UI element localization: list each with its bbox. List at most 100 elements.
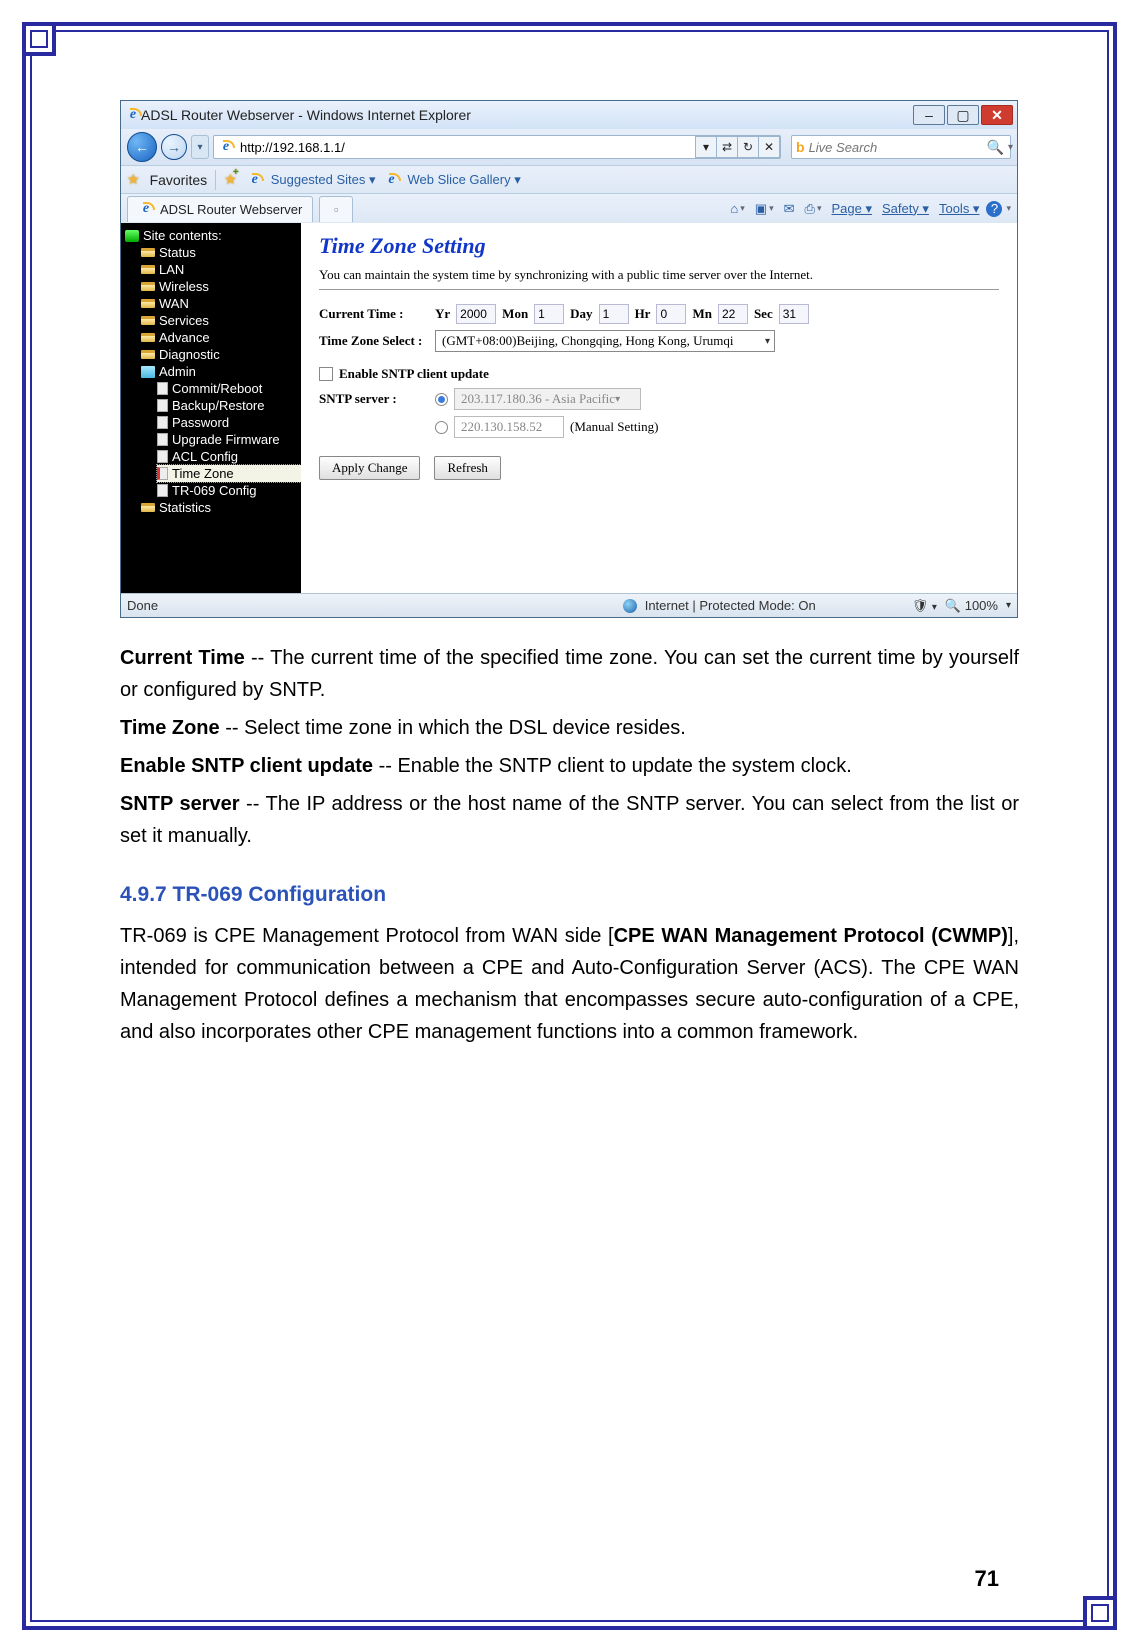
bing-icon: b [796, 139, 805, 155]
sidebar-item-commit[interactable]: Commit/Reboot [157, 380, 301, 397]
security-report-button[interactable]: 🛡 ▾ [912, 598, 937, 614]
folder-icon [141, 333, 155, 342]
add-favorite-icon[interactable]: ★ [224, 171, 237, 188]
folder-icon [141, 265, 155, 274]
forward-button[interactable]: → [161, 134, 187, 160]
page-number: 71 [975, 1566, 999, 1592]
timezone-select[interactable]: (GMT+08:00)Beijing, Chongqing, Hong Kong… [435, 330, 775, 352]
hour-input[interactable] [656, 304, 686, 324]
sntp-server-row-2: 220.130.158.52 (Manual Setting) [319, 416, 999, 438]
stop-button[interactable]: ✕ [758, 136, 780, 158]
sidebar-item-wan[interactable]: WAN [141, 295, 301, 312]
suggested-sites-link[interactable]: Suggested Sites ▾ [271, 172, 376, 188]
document-text: Current Time -- The current time of the … [120, 642, 1019, 1048]
favorites-label[interactable]: Favorites [150, 172, 208, 188]
window-title: ADSL Router Webserver - Windows Internet… [141, 107, 471, 123]
search-input[interactable] [809, 140, 987, 155]
ie-logo-icon: e [125, 107, 141, 123]
feeds-button[interactable]: ▣▾ [752, 201, 777, 217]
year-input[interactable] [456, 304, 496, 324]
sidebar-item-wireless[interactable]: Wireless [141, 278, 301, 295]
sidebar-item-upgrade[interactable]: Upgrade Firmware [157, 431, 301, 448]
minimize-button[interactable]: – [913, 105, 945, 125]
browser-window: e ADSL Router Webserver - Windows Intern… [120, 100, 1018, 618]
folder-icon [141, 350, 155, 359]
sntp-server-input-2[interactable]: 220.130.158.52 [454, 416, 564, 438]
refresh-button-form[interactable]: Refresh [434, 456, 500, 480]
url-input[interactable] [238, 140, 696, 155]
month-input[interactable] [534, 304, 564, 324]
sidebar-item-tr069[interactable]: TR-069 Config [157, 482, 301, 499]
page-menu[interactable]: Page ▾ [828, 201, 875, 217]
minute-input[interactable] [718, 304, 748, 324]
term-enable-sntp: Enable SNTP client update [120, 755, 373, 777]
sidebar-item-lan[interactable]: LAN [141, 261, 301, 278]
refresh-button[interactable]: ↻ [737, 136, 759, 158]
manual-setting-label: (Manual Setting) [570, 419, 658, 435]
term-current-time: Current Time [120, 647, 245, 669]
feeds-icon: ▣ [755, 201, 767, 217]
status-mode: Internet | Protected Mode: On [645, 598, 816, 613]
sidebar-item-services[interactable]: Services [141, 312, 301, 329]
print-icon: ⎙ [805, 201, 815, 217]
search-dropdown[interactable]: ▾ [1008, 142, 1013, 153]
enable-sntp-checkbox[interactable] [319, 367, 333, 381]
ie-e-small-icon-2: e [384, 172, 400, 188]
mail-icon: ✉ [784, 201, 795, 217]
search-button[interactable]: 🔍 [987, 137, 1004, 157]
tree-icon [125, 230, 139, 242]
doc-icon [157, 433, 168, 446]
sidebar-item-password[interactable]: Password [157, 414, 301, 431]
tr069-paragraph: TR-069 is CPE Management Protocol from W… [120, 920, 1019, 1048]
doc-icon [157, 484, 168, 497]
sntp-label: SNTP server : [319, 391, 429, 407]
divider [319, 289, 999, 290]
doc-icon [157, 382, 168, 395]
enable-sntp-row: Enable SNTP client update [319, 366, 999, 382]
day-input[interactable] [599, 304, 629, 324]
safety-menu[interactable]: Safety ▾ [879, 201, 932, 217]
sidebar-item-diagnostic[interactable]: Diagnostic [141, 346, 301, 363]
sidebar-item-status[interactable]: Status [141, 244, 301, 261]
search-bar[interactable]: b 🔍 ▾ [791, 135, 1011, 159]
doc-icon [157, 416, 168, 429]
compat-view-button[interactable]: ⇄ [716, 136, 738, 158]
sidebar-item-acl[interactable]: ACL Config [157, 448, 301, 465]
term-time-zone: Time Zone [120, 717, 220, 739]
home-button[interactable]: ⌂▾ [727, 201, 747, 216]
zoom-button[interactable]: 🔍 100% [945, 598, 998, 614]
sidebar-item-advance[interactable]: Advance [141, 329, 301, 346]
sidebar-item-admin[interactable]: Admin [141, 363, 301, 380]
new-tab-button[interactable]: ▫ [319, 196, 353, 222]
sntp-radio-1[interactable] [435, 393, 448, 406]
nav-toolbar: ← → ▾ e ▾ ⇄ ↻ ✕ b 🔍 ▾ [121, 129, 1017, 165]
tab-title: ADSL Router Webserver [160, 202, 302, 217]
back-button[interactable]: ← [127, 132, 157, 162]
maximize-button[interactable]: ▢ [947, 105, 979, 125]
read-mail-button[interactable]: ✉ [781, 201, 798, 217]
tools-menu[interactable]: Tools ▾ [936, 201, 983, 217]
corner-br [1083, 1596, 1117, 1630]
apply-change-button[interactable]: Apply Change [319, 456, 420, 480]
address-bar[interactable]: e ▾ ⇄ ↻ ✕ [213, 135, 781, 159]
history-dropdown[interactable]: ▾ [191, 135, 209, 159]
print-button[interactable]: ⎙▾ [802, 201, 825, 217]
sidebar-item-timezone[interactable]: Time Zone [157, 465, 301, 482]
address-dropdown[interactable]: ▾ [695, 136, 717, 158]
enable-sntp-label: Enable SNTP client update [339, 366, 489, 382]
zoom-dropdown[interactable]: ▾ [1006, 600, 1011, 611]
sidebar-item-backup[interactable]: Backup/Restore [157, 397, 301, 414]
page-desc: You can maintain the system time by sync… [319, 267, 999, 283]
sntp-server-select-1[interactable]: 203.117.180.36 - Asia Pacific ▾ [454, 388, 641, 410]
home-icon: ⌂ [730, 201, 738, 216]
sntp-radio-2[interactable] [435, 421, 448, 434]
sidebar-item-statistics[interactable]: Statistics [141, 499, 301, 516]
folder-icon [141, 316, 155, 325]
web-slice-link[interactable]: Web Slice Gallery ▾ [408, 172, 521, 188]
sntp-server-row-1: SNTP server : 203.117.180.36 - Asia Paci… [319, 388, 999, 410]
second-input[interactable] [779, 304, 809, 324]
status-bar: Done Internet | Protected Mode: On 🛡 ▾ 🔍… [121, 593, 1017, 617]
help-button[interactable]: ? [986, 201, 1002, 217]
close-button[interactable]: ✕ [981, 105, 1013, 125]
tab-adsl-router[interactable]: e ADSL Router Webserver [127, 196, 313, 222]
